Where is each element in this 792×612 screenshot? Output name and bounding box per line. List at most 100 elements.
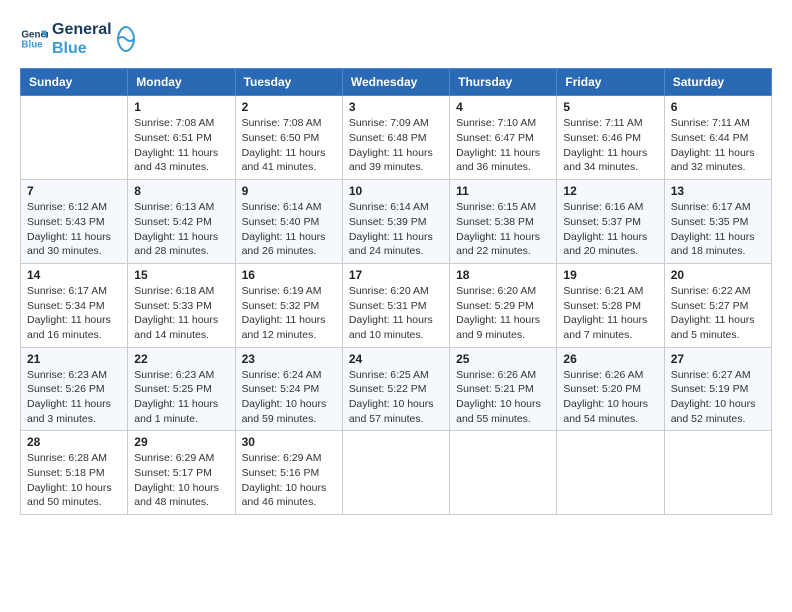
- day-info: Sunrise: 7:09 AMSunset: 6:48 PMDaylight:…: [349, 116, 443, 175]
- calendar-cell: [557, 431, 664, 515]
- day-number: 10: [349, 184, 443, 198]
- day-info: Sunrise: 7:11 AMSunset: 6:46 PMDaylight:…: [563, 116, 657, 175]
- day-number: 21: [27, 352, 121, 366]
- day-info: Sunrise: 6:22 AMSunset: 5:27 PMDaylight:…: [671, 284, 765, 343]
- day-number: 29: [134, 435, 228, 449]
- logo: General Blue General Blue: [20, 20, 136, 58]
- logo-blue: Blue: [52, 39, 112, 58]
- day-number: 15: [134, 268, 228, 282]
- calendar-week-row: 14 Sunrise: 6:17 AMSunset: 5:34 PMDayligh…: [21, 263, 772, 347]
- day-info: Sunrise: 6:17 AMSunset: 5:34 PMDaylight:…: [27, 284, 121, 343]
- day-of-week-header: Friday: [557, 69, 664, 96]
- day-info: Sunrise: 6:26 AMSunset: 5:20 PMDaylight:…: [563, 368, 657, 427]
- calendar-cell: 27 Sunrise: 6:27 AMSunset: 5:19 PMDayligh…: [664, 347, 771, 431]
- day-number: 14: [27, 268, 121, 282]
- day-info: Sunrise: 7:08 AMSunset: 6:51 PMDaylight:…: [134, 116, 228, 175]
- calendar-week-row: 7 Sunrise: 6:12 AMSunset: 5:43 PMDaylight…: [21, 180, 772, 264]
- logo-icon: General Blue: [20, 25, 48, 53]
- day-info: Sunrise: 6:14 AMSunset: 5:39 PMDaylight:…: [349, 200, 443, 259]
- calendar-cell: 28 Sunrise: 6:28 AMSunset: 5:18 PMDayligh…: [21, 431, 128, 515]
- calendar-cell: 8 Sunrise: 6:13 AMSunset: 5:42 PMDaylight…: [128, 180, 235, 264]
- calendar-cell: [21, 96, 128, 180]
- day-number: 16: [242, 268, 336, 282]
- day-of-week-header: Thursday: [450, 69, 557, 96]
- calendar-cell: [664, 431, 771, 515]
- day-number: 23: [242, 352, 336, 366]
- day-info: Sunrise: 6:18 AMSunset: 5:33 PMDaylight:…: [134, 284, 228, 343]
- day-number: 18: [456, 268, 550, 282]
- day-info: Sunrise: 6:16 AMSunset: 5:37 PMDaylight:…: [563, 200, 657, 259]
- calendar-header-row: SundayMondayTuesdayWednesdayThursdayFrid…: [21, 69, 772, 96]
- day-number: 9: [242, 184, 336, 198]
- calendar-cell: 5 Sunrise: 7:11 AMSunset: 6:46 PMDaylight…: [557, 96, 664, 180]
- day-info: Sunrise: 6:19 AMSunset: 5:32 PMDaylight:…: [242, 284, 336, 343]
- calendar-cell: 7 Sunrise: 6:12 AMSunset: 5:43 PMDaylight…: [21, 180, 128, 264]
- day-info: Sunrise: 6:17 AMSunset: 5:35 PMDaylight:…: [671, 200, 765, 259]
- day-info: Sunrise: 6:21 AMSunset: 5:28 PMDaylight:…: [563, 284, 657, 343]
- day-info: Sunrise: 6:20 AMSunset: 5:31 PMDaylight:…: [349, 284, 443, 343]
- day-number: 2: [242, 100, 336, 114]
- day-info: Sunrise: 6:24 AMSunset: 5:24 PMDaylight:…: [242, 368, 336, 427]
- day-info: Sunrise: 6:28 AMSunset: 5:18 PMDaylight:…: [27, 451, 121, 510]
- calendar-cell: 6 Sunrise: 7:11 AMSunset: 6:44 PMDaylight…: [664, 96, 771, 180]
- day-number: 27: [671, 352, 765, 366]
- day-info: Sunrise: 6:23 AMSunset: 5:25 PMDaylight:…: [134, 368, 228, 427]
- day-info: Sunrise: 6:27 AMSunset: 5:19 PMDaylight:…: [671, 368, 765, 427]
- calendar-cell: 30 Sunrise: 6:29 AMSunset: 5:16 PMDayligh…: [235, 431, 342, 515]
- calendar-cell: 15 Sunrise: 6:18 AMSunset: 5:33 PMDayligh…: [128, 263, 235, 347]
- logo-general: General: [52, 20, 112, 39]
- calendar-cell: 20Sunrise: 6:22 AMSunset: 5:27 PMDayligh…: [664, 263, 771, 347]
- calendar-week-row: 1 Sunrise: 7:08 AMSunset: 6:51 PMDaylight…: [21, 96, 772, 180]
- svg-text:Blue: Blue: [21, 40, 43, 51]
- day-of-week-header: Sunday: [21, 69, 128, 96]
- calendar-cell: 26Sunrise: 6:26 AMSunset: 5:20 PMDayligh…: [557, 347, 664, 431]
- calendar-cell: 22Sunrise: 6:23 AMSunset: 5:25 PMDayligh…: [128, 347, 235, 431]
- day-number: 12: [563, 184, 657, 198]
- calendar-table: SundayMondayTuesdayWednesdayThursdayFrid…: [20, 68, 772, 515]
- calendar-cell: 9Sunrise: 6:14 AMSunset: 5:40 PMDaylight…: [235, 180, 342, 264]
- calendar-cell: 11 Sunrise: 6:15 AMSunset: 5:38 PMDayligh…: [450, 180, 557, 264]
- day-info: Sunrise: 7:10 AMSunset: 6:47 PMDaylight:…: [456, 116, 550, 175]
- day-info: Sunrise: 6:12 AMSunset: 5:43 PMDaylight:…: [27, 200, 121, 259]
- day-info: Sunrise: 6:15 AMSunset: 5:38 PMDaylight:…: [456, 200, 550, 259]
- day-number: 17: [349, 268, 443, 282]
- day-info: Sunrise: 6:26 AMSunset: 5:21 PMDaylight:…: [456, 368, 550, 427]
- day-number: 13: [671, 184, 765, 198]
- day-info: Sunrise: 7:11 AMSunset: 6:44 PMDaylight:…: [671, 116, 765, 175]
- calendar-cell: 10 Sunrise: 6:14 AMSunset: 5:39 PMDayligh…: [342, 180, 449, 264]
- day-number: 7: [27, 184, 121, 198]
- calendar-cell: 19 Sunrise: 6:21 AMSunset: 5:28 PMDayligh…: [557, 263, 664, 347]
- day-info: Sunrise: 6:25 AMSunset: 5:22 PMDaylight:…: [349, 368, 443, 427]
- day-of-week-header: Saturday: [664, 69, 771, 96]
- calendar-cell: 3Sunrise: 7:09 AMSunset: 6:48 PMDaylight…: [342, 96, 449, 180]
- day-number: 24: [349, 352, 443, 366]
- day-number: 6: [671, 100, 765, 114]
- calendar-cell: 4Sunrise: 7:10 AMSunset: 6:47 PMDaylight…: [450, 96, 557, 180]
- calendar-cell: 13 Sunrise: 6:17 AMSunset: 5:35 PMDayligh…: [664, 180, 771, 264]
- day-number: 30: [242, 435, 336, 449]
- calendar-cell: 1 Sunrise: 7:08 AMSunset: 6:51 PMDaylight…: [128, 96, 235, 180]
- calendar-cell: 14 Sunrise: 6:17 AMSunset: 5:34 PMDayligh…: [21, 263, 128, 347]
- day-info: Sunrise: 6:13 AMSunset: 5:42 PMDaylight:…: [134, 200, 228, 259]
- calendar-cell: 2 Sunrise: 7:08 AMSunset: 6:50 PMDaylight…: [235, 96, 342, 180]
- day-info: Sunrise: 6:29 AMSunset: 5:17 PMDaylight:…: [134, 451, 228, 510]
- calendar-cell: 23 Sunrise: 6:24 AMSunset: 5:24 PMDayligh…: [235, 347, 342, 431]
- day-info: Sunrise: 7:08 AMSunset: 6:50 PMDaylight:…: [242, 116, 336, 175]
- day-number: 19: [563, 268, 657, 282]
- day-of-week-header: Wednesday: [342, 69, 449, 96]
- day-number: 5: [563, 100, 657, 114]
- calendar-week-row: 28 Sunrise: 6:28 AMSunset: 5:18 PMDayligh…: [21, 431, 772, 515]
- calendar-week-row: 21Sunrise: 6:23 AMSunset: 5:26 PMDayligh…: [21, 347, 772, 431]
- day-number: 11: [456, 184, 550, 198]
- logo-wave-icon: [116, 25, 136, 53]
- calendar-cell: [450, 431, 557, 515]
- day-of-week-header: Monday: [128, 69, 235, 96]
- calendar-cell: 16 Sunrise: 6:19 AMSunset: 5:32 PMDayligh…: [235, 263, 342, 347]
- day-info: Sunrise: 6:29 AMSunset: 5:16 PMDaylight:…: [242, 451, 336, 510]
- calendar-cell: 21Sunrise: 6:23 AMSunset: 5:26 PMDayligh…: [21, 347, 128, 431]
- calendar-cell: 18Sunrise: 6:20 AMSunset: 5:29 PMDayligh…: [450, 263, 557, 347]
- day-number: 28: [27, 435, 121, 449]
- calendar-cell: 29 Sunrise: 6:29 AMSunset: 5:17 PMDayligh…: [128, 431, 235, 515]
- day-number: 1: [134, 100, 228, 114]
- day-number: 8: [134, 184, 228, 198]
